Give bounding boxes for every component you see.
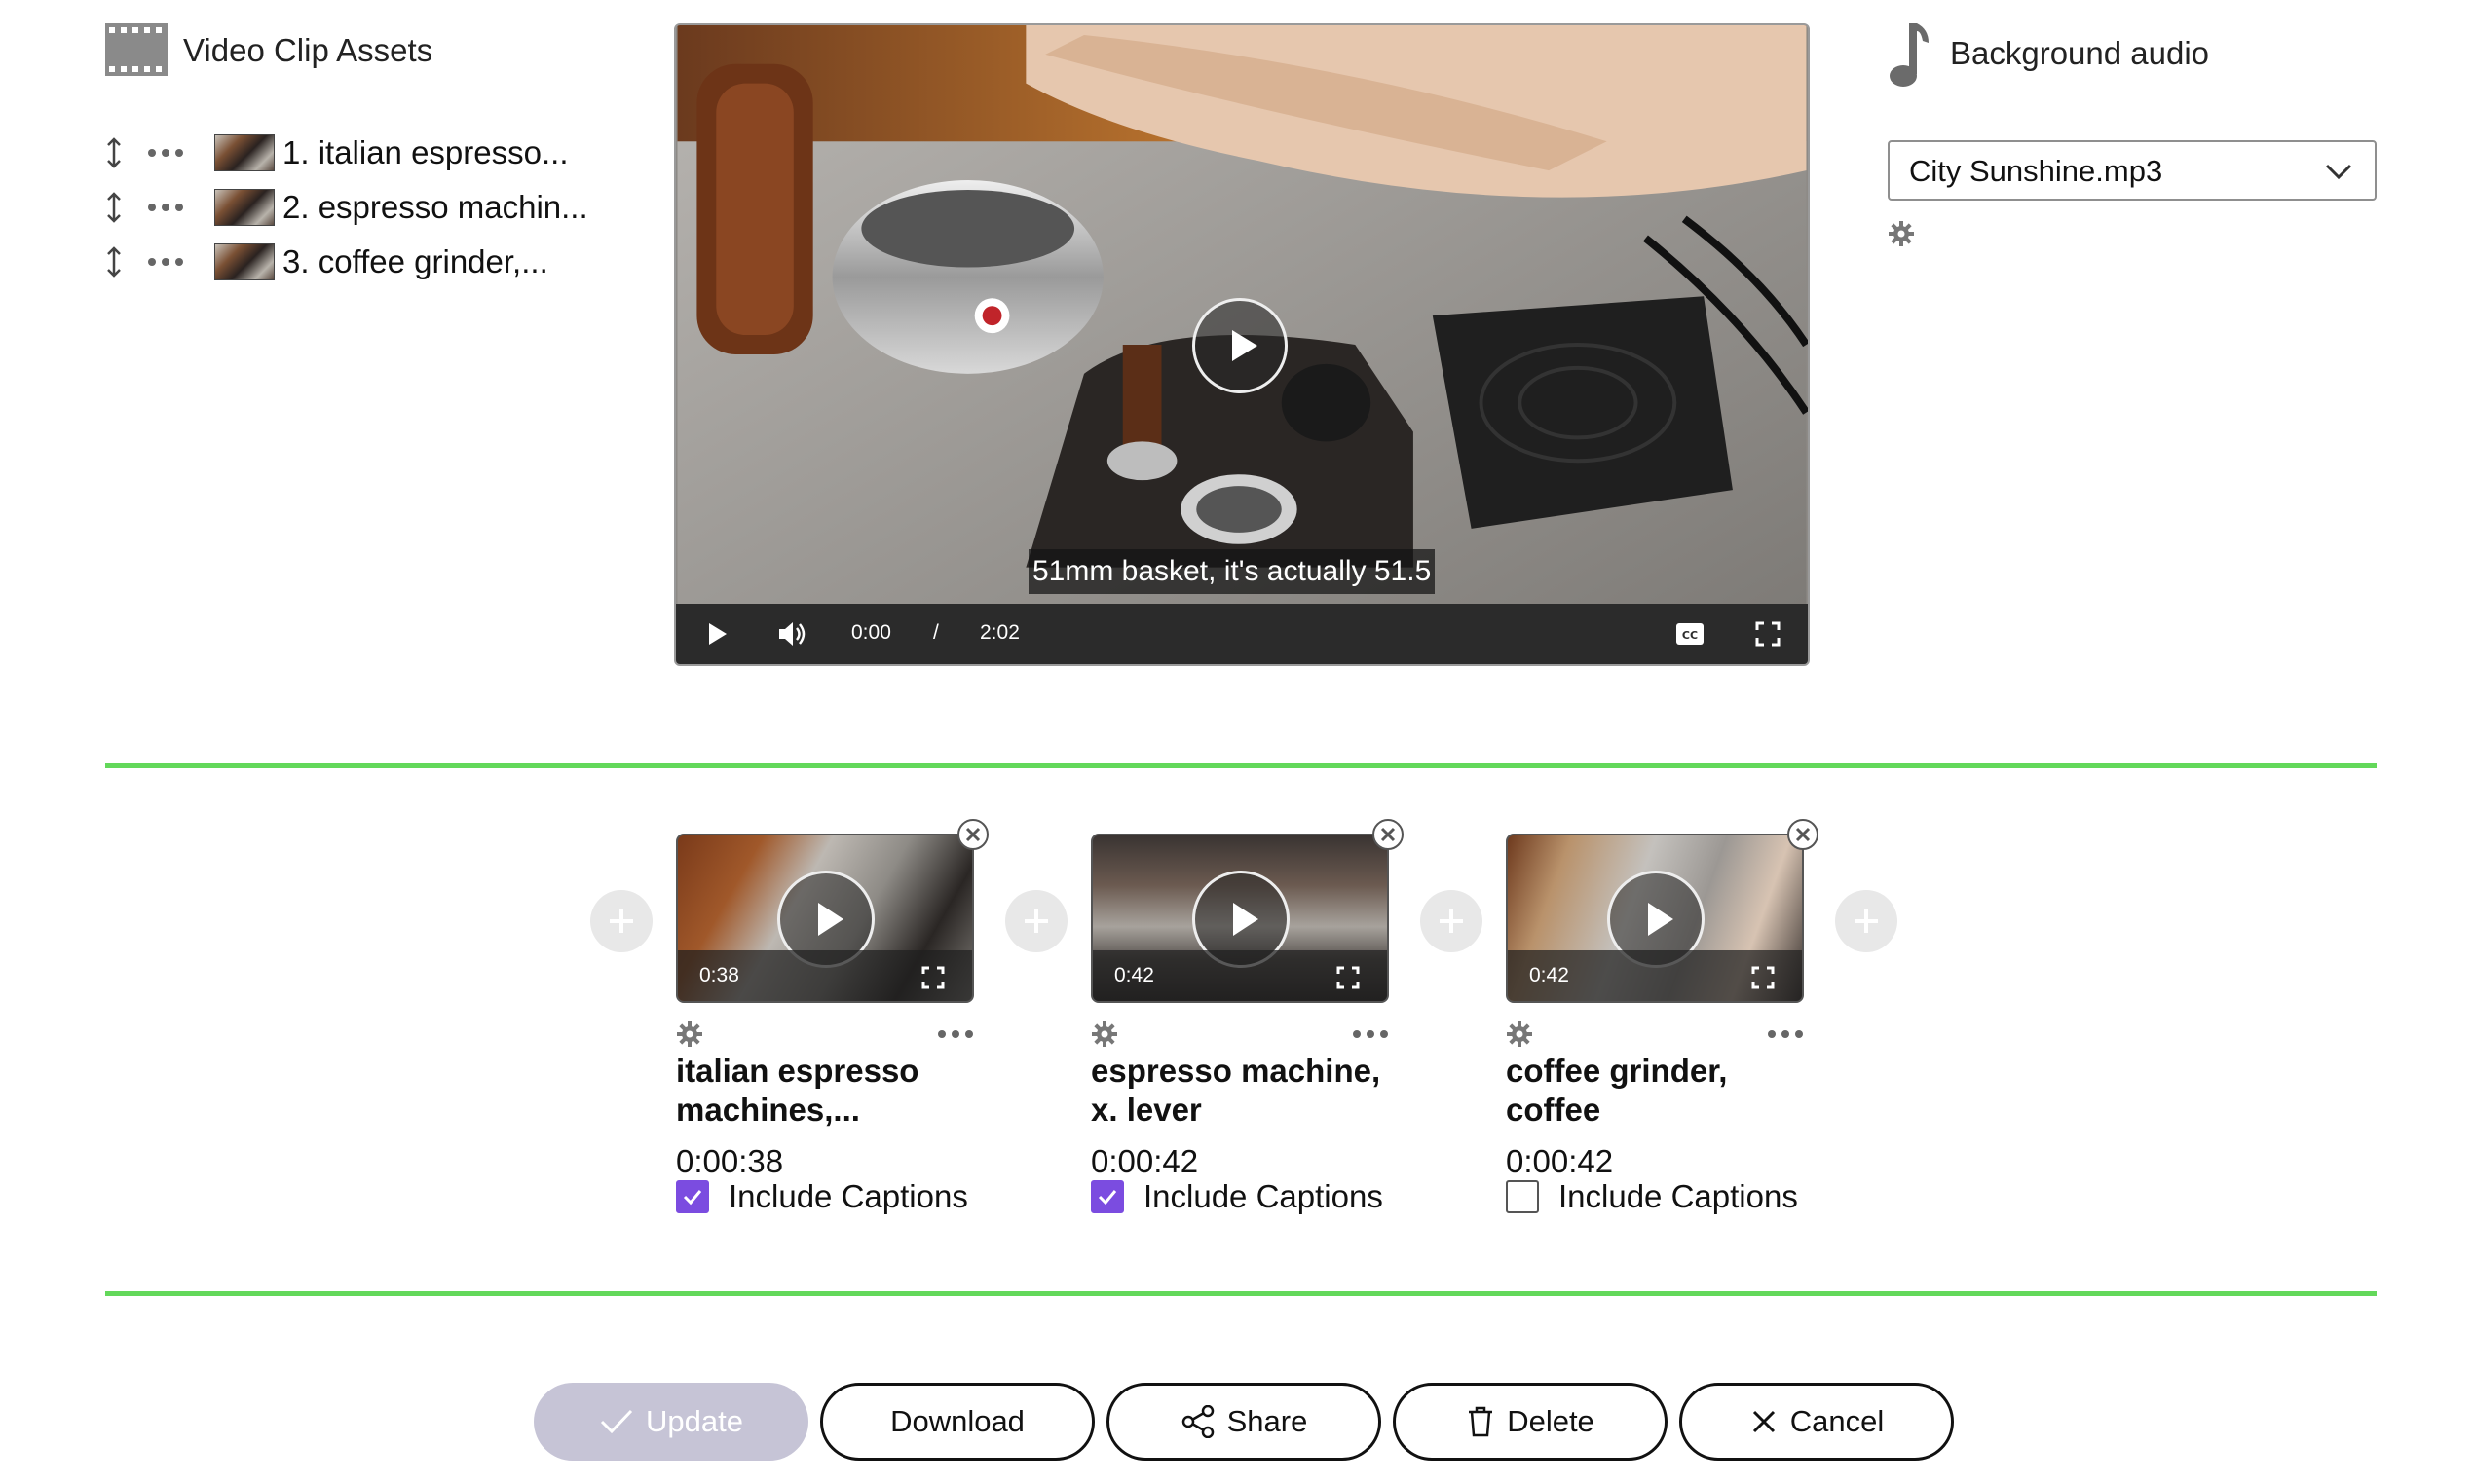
insert-clip-button[interactable] bbox=[590, 890, 653, 952]
cancel-label: Cancel bbox=[1789, 1404, 1885, 1438]
asset-thumbnail bbox=[214, 243, 275, 280]
clip-settings-gear-icon[interactable] bbox=[1091, 1020, 1118, 1048]
time-separator: / bbox=[933, 621, 939, 644]
audio-track-value: City Sunshine.mp3 bbox=[1909, 154, 2163, 188]
total-time: 2:02 bbox=[980, 621, 1020, 644]
download-label: Download bbox=[890, 1404, 1025, 1438]
timeline-clip: 0:38 italian espresso machines,... 0:00:… bbox=[676, 819, 989, 1262]
captions-checkbox[interactable] bbox=[1506, 1180, 1539, 1213]
clip-time: 0:00:38 bbox=[676, 1143, 784, 1179]
share-button[interactable]: Share bbox=[1106, 1383, 1381, 1461]
audio-settings-gear-icon[interactable] bbox=[1888, 220, 1915, 247]
timeline-top-divider bbox=[105, 763, 2377, 768]
fullscreen-icon[interactable] bbox=[921, 966, 945, 989]
music-note-icon bbox=[1888, 21, 1932, 88]
captions-checkbox[interactable] bbox=[1091, 1180, 1124, 1213]
asset-label: 2. espresso machin... bbox=[282, 189, 588, 225]
asset-item[interactable]: 1. italian espresso... bbox=[101, 130, 569, 175]
current-time: 0:00 bbox=[851, 621, 891, 644]
svg-text:CC: CC bbox=[1682, 629, 1698, 642]
drag-handle-icon[interactable] bbox=[101, 242, 127, 281]
clip-thumbnail[interactable]: 0:42 bbox=[1506, 834, 1804, 1003]
update-label: Update bbox=[646, 1404, 743, 1438]
audio-title: Background audio bbox=[1950, 35, 2210, 71]
asset-item[interactable]: 2. espresso machin... bbox=[101, 185, 588, 230]
clip-time: 0:00:42 bbox=[1506, 1143, 1614, 1179]
caption-text: 51mm basket, it's actually 51.5 bbox=[1029, 549, 1436, 594]
clip-duration: 0:42 bbox=[1114, 964, 1154, 986]
include-captions-toggle[interactable]: Include Captions bbox=[676, 1178, 968, 1215]
volume-icon[interactable] bbox=[777, 619, 808, 649]
drag-handle-icon[interactable] bbox=[101, 188, 127, 227]
clip-time: 0:00:42 bbox=[1091, 1143, 1199, 1179]
remove-clip-icon[interactable] bbox=[1786, 818, 1819, 851]
include-captions-toggle[interactable]: Include Captions bbox=[1506, 1178, 1798, 1215]
timeline-clip: 0:42 espresso machine, x. lever 0:00:42 … bbox=[1091, 819, 1404, 1262]
share-label: Share bbox=[1226, 1404, 1308, 1438]
clip-thumbnail[interactable]: 0:42 bbox=[1091, 834, 1389, 1003]
clip-duration: 0:38 bbox=[699, 964, 739, 986]
trash-icon bbox=[1469, 1406, 1493, 1437]
clip-title: espresso machine, x. lever bbox=[1091, 1053, 1381, 1128]
film-strip-icon bbox=[105, 23, 168, 76]
clip-title: coffee grinder, coffee bbox=[1506, 1053, 1728, 1128]
player-controls: 0:00 / 2:02 CC bbox=[676, 604, 1808, 664]
more-options-icon[interactable] bbox=[1767, 1028, 1804, 1040]
captions-checkbox[interactable] bbox=[676, 1180, 709, 1213]
remove-clip-icon[interactable] bbox=[1371, 818, 1405, 851]
asset-label: 3. coffee grinder,... bbox=[282, 243, 548, 279]
cancel-button[interactable]: Cancel bbox=[1679, 1383, 1954, 1461]
insert-clip-button[interactable] bbox=[1835, 890, 1897, 952]
check-icon bbox=[600, 1409, 633, 1434]
clip-settings-gear-icon[interactable] bbox=[1506, 1020, 1533, 1048]
more-options-icon[interactable] bbox=[937, 1028, 974, 1040]
asset-thumbnail bbox=[214, 134, 275, 171]
clip-duration: 0:42 bbox=[1529, 964, 1569, 986]
download-button[interactable]: Download bbox=[820, 1383, 1095, 1461]
timeline-bottom-divider bbox=[105, 1291, 2377, 1296]
asset-label: 1. italian espresso... bbox=[282, 134, 569, 170]
share-icon bbox=[1181, 1405, 1214, 1438]
assets-title: Video Clip Assets bbox=[183, 32, 433, 68]
update-button[interactable]: Update bbox=[534, 1383, 808, 1461]
clip-title: italian espresso machines,... bbox=[676, 1053, 919, 1128]
delete-label: Delete bbox=[1507, 1404, 1594, 1438]
insert-clip-button[interactable] bbox=[1420, 890, 1482, 952]
more-options-icon[interactable] bbox=[1352, 1028, 1389, 1040]
clip-thumbnail[interactable]: 0:38 bbox=[676, 834, 974, 1003]
more-options-icon[interactable] bbox=[146, 255, 185, 269]
timeline-clip: 0:42 coffee grinder, coffee 0:00:42 Incl… bbox=[1506, 819, 1818, 1262]
delete-button[interactable]: Delete bbox=[1393, 1383, 1668, 1461]
play-overlay-button[interactable] bbox=[1192, 298, 1288, 393]
asset-thumbnail bbox=[214, 189, 275, 226]
fullscreen-icon[interactable] bbox=[1751, 966, 1775, 989]
close-icon bbox=[1752, 1410, 1775, 1433]
fullscreen-icon[interactable] bbox=[1755, 621, 1781, 647]
captions-label: Include Captions bbox=[1558, 1178, 1798, 1214]
play-icon[interactable] bbox=[705, 621, 729, 647]
insert-clip-button[interactable] bbox=[1005, 890, 1068, 952]
drag-handle-icon[interactable] bbox=[101, 133, 127, 172]
captions-label: Include Captions bbox=[729, 1178, 968, 1214]
clip-settings-gear-icon[interactable] bbox=[676, 1020, 703, 1048]
video-player[interactable]: 51mm basket, it's actually 51.5 0:00 / 2… bbox=[674, 23, 1810, 666]
chevron-down-icon bbox=[2324, 162, 2353, 181]
more-options-icon[interactable] bbox=[146, 146, 185, 160]
include-captions-toggle[interactable]: Include Captions bbox=[1091, 1178, 1383, 1215]
fullscreen-icon[interactable] bbox=[1336, 966, 1360, 989]
audio-track-select[interactable]: City Sunshine.mp3 bbox=[1888, 140, 2377, 201]
closed-captions-icon[interactable]: CC bbox=[1675, 621, 1705, 647]
more-options-icon[interactable] bbox=[146, 201, 185, 214]
captions-label: Include Captions bbox=[1143, 1178, 1383, 1214]
asset-item[interactable]: 3. coffee grinder,... bbox=[101, 240, 548, 284]
remove-clip-icon[interactable] bbox=[956, 818, 990, 851]
